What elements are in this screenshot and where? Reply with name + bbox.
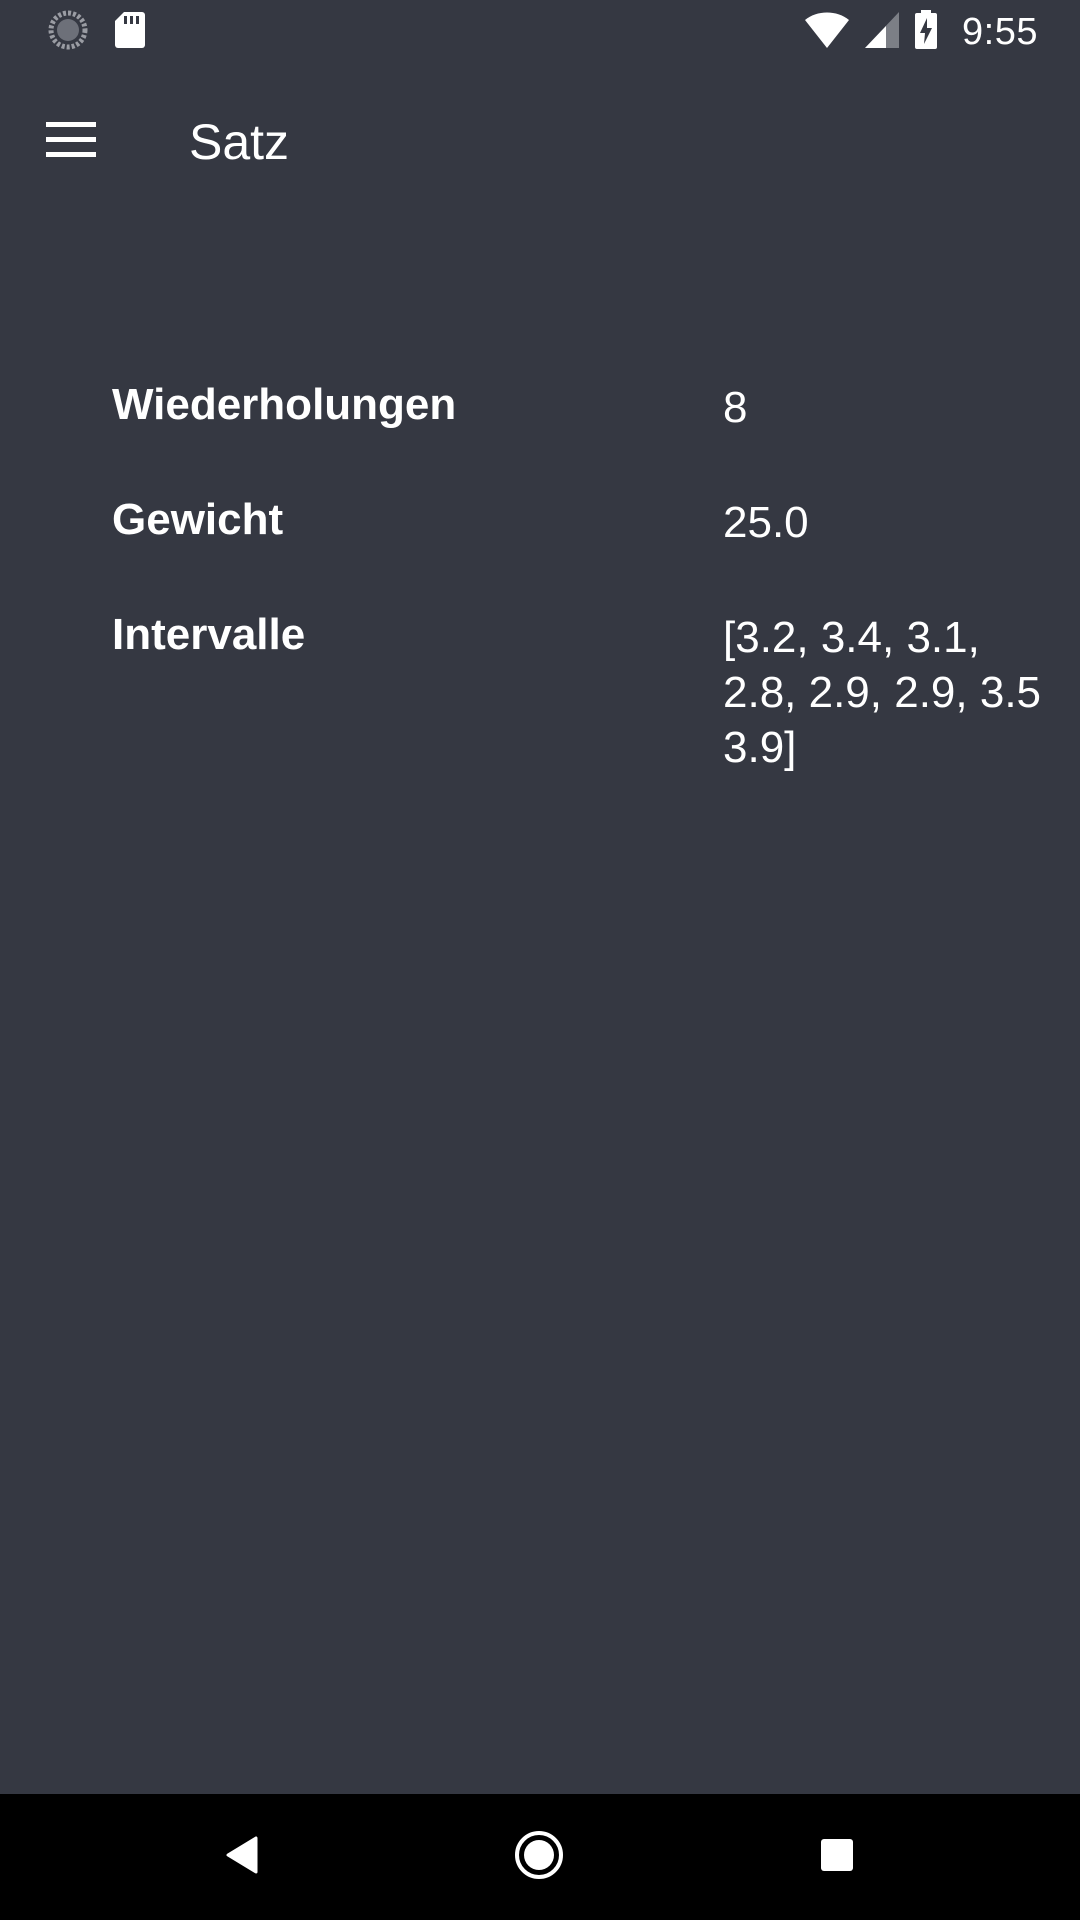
cell-signal-icon (864, 11, 900, 54)
home-button[interactable] (509, 1827, 569, 1887)
back-button[interactable] (212, 1827, 272, 1887)
status-bar: 9:55 (0, 0, 1080, 66)
page-title: Satz (189, 114, 290, 170)
sync-icon (48, 10, 88, 55)
status-left (48, 10, 146, 55)
intervals-value: [3.2, 3.4, 3.1, 2.8, 2.9, 2.9, 3.5 3.9] (723, 613, 1042, 772)
navigation-bar (0, 1794, 1080, 1920)
status-time: 9:55 (962, 10, 1038, 53)
recents-icon (819, 1837, 855, 1878)
intervals-label: Intervalle (112, 610, 306, 659)
weight-label: Gewicht (112, 495, 284, 544)
screen: 9:55 Satz Wiederholungen 8 Gewicht 25.0 … (0, 0, 1080, 1920)
repetitions-value: 8 (723, 383, 748, 432)
battery-charging-icon (914, 9, 938, 55)
back-icon (224, 1835, 260, 1880)
status-right: 9:55 (804, 9, 1038, 55)
weight-value: 25.0 (723, 498, 809, 547)
app-bar: Satz (0, 66, 1080, 212)
sd-card-icon (114, 11, 146, 54)
recents-button[interactable] (807, 1827, 867, 1887)
repetitions-label: Wiederholungen (112, 380, 457, 429)
wifi-icon (804, 11, 850, 54)
menu-button[interactable] (32, 106, 112, 178)
hamburger-menu-icon (46, 120, 98, 165)
home-icon (513, 1829, 565, 1886)
